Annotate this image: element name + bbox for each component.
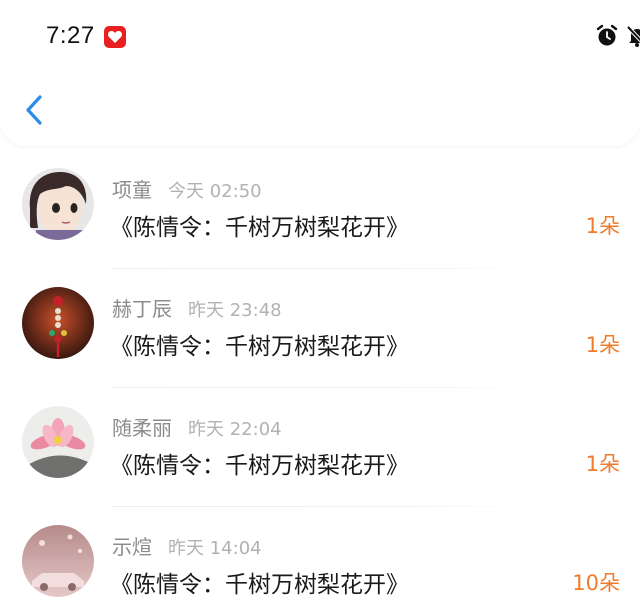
header: 7:27 HD xyxy=(0,0,640,146)
user-name: 示煊 xyxy=(112,535,152,559)
app-notification-icon xyxy=(104,26,126,48)
gift-list: 项童 今天 02:50 《陈情令：千树万树梨花开》 1朵 赫丁辰 昨天 23:4… xyxy=(0,150,640,613)
flower-count: 1朵 xyxy=(585,452,620,476)
screen: 7:27 HD xyxy=(0,0,640,613)
mute-icon xyxy=(626,25,640,47)
list-item[interactable]: 示煊 昨天 14:04 《陈情令：千树万树梨花开》 10朵 xyxy=(0,507,640,613)
chevron-left-icon xyxy=(26,95,42,125)
avatar[interactable] xyxy=(22,168,94,240)
avatar[interactable] xyxy=(22,287,94,359)
user-name: 项童 xyxy=(112,178,152,202)
back-button[interactable] xyxy=(18,86,54,134)
timestamp: 昨天 14:04 xyxy=(168,538,262,559)
avatar[interactable] xyxy=(22,525,94,597)
user-name: 随柔丽 xyxy=(112,416,172,440)
item-title: 《陈情令：千树万树梨花开》 xyxy=(110,453,409,479)
item-header: 赫丁辰 昨天 23:48 xyxy=(112,293,282,321)
item-header: 随柔丽 昨天 22:04 xyxy=(112,412,282,440)
timestamp: 昨天 23:48 xyxy=(188,300,282,321)
item-title: 《陈情令：千树万树梨花开》 xyxy=(110,215,409,241)
item-title: 《陈情令：千树万树梨花开》 xyxy=(110,572,409,598)
status-time: 7:27 xyxy=(46,22,95,49)
user-name: 赫丁辰 xyxy=(112,297,172,321)
item-header: 示煊 昨天 14:04 xyxy=(112,531,262,559)
status-bar: 7:27 HD xyxy=(0,0,640,72)
list-item[interactable]: 随柔丽 昨天 22:04 《陈情令：千树万树梨花开》 1朵 xyxy=(0,388,640,507)
flower-count: 10朵 xyxy=(572,571,620,595)
item-header: 项童 今天 02:50 xyxy=(112,174,262,202)
avatar[interactable] xyxy=(22,406,94,478)
alarm-icon xyxy=(596,24,618,46)
list-item[interactable]: 项童 今天 02:50 《陈情令：千树万树梨花开》 1朵 xyxy=(0,150,640,269)
item-title: 《陈情令：千树万树梨花开》 xyxy=(110,334,409,360)
timestamp: 今天 02:50 xyxy=(168,181,262,202)
timestamp: 昨天 22:04 xyxy=(188,419,282,440)
flower-count: 1朵 xyxy=(585,333,620,357)
list-item[interactable]: 赫丁辰 昨天 23:48 《陈情令：千树万树梨花开》 1朵 xyxy=(0,269,640,388)
flower-count: 1朵 xyxy=(585,214,620,238)
